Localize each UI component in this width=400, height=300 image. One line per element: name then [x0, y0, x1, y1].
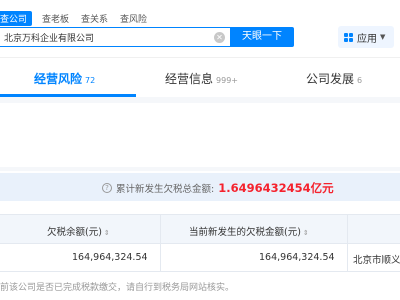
- tax-summary-bar: ? 累计新发生欠税总金额: 1.6496432454 亿元: [0, 173, 400, 201]
- content-panel: [0, 103, 400, 167]
- tab-business-info[interactable]: 经营信息 999+: [165, 70, 238, 87]
- sort-icon[interactable]: ⇕: [104, 229, 110, 237]
- column-header-new-tax[interactable]: 当前新发生的欠税金额(元) ⇕: [189, 224, 309, 238]
- search-button[interactable]: 天眼一下: [230, 27, 294, 47]
- main-tabs: 经营风险 72 经营信息 999+ 公司发展 6: [0, 57, 400, 97]
- tab-label: 经营信息: [165, 72, 214, 86]
- tab-count: 999+: [216, 76, 238, 85]
- summary-unit: 亿元: [310, 181, 334, 195]
- search-input[interactable]: 北京万科企业有限公司: [4, 31, 94, 44]
- summary-amount: 1.6496432454: [218, 181, 311, 195]
- search-tab-company[interactable]: 查公司: [0, 10, 33, 26]
- column-divider: [160, 215, 161, 243]
- table-row: 164,964,324.54 164,964,324.54 北京市顺义: [0, 244, 400, 272]
- search-tab-relation[interactable]: 查关系: [81, 12, 108, 25]
- tab-count: 6: [357, 76, 363, 85]
- page: 查公司 查老板 查关系 查风险 北京万科企业有限公司 ✕ 天眼一下 应用 ▼ 经…: [0, 0, 400, 300]
- column-divider: [347, 215, 348, 243]
- cell-tax-balance: 164,964,324.54: [72, 252, 148, 263]
- apps-button[interactable]: 应用 ▼: [338, 26, 394, 48]
- apps-label: 应用: [357, 33, 377, 45]
- column-divider: [160, 244, 161, 271]
- tab-label: 经营风险: [34, 72, 83, 86]
- question-icon[interactable]: ?: [102, 183, 112, 193]
- search-tab-boss[interactable]: 查老板: [42, 12, 69, 25]
- tab-count: 72: [85, 76, 96, 85]
- search-header: 查公司 查老板 查关系 查风险 北京万科企业有限公司 ✕ 天眼一下 应用 ▼: [0, 0, 400, 56]
- tab-company-development[interactable]: 公司发展 6: [306, 70, 362, 87]
- search-input-box[interactable]: 北京万科企业有限公司 ✕: [0, 27, 230, 47]
- column-header-tax-balance[interactable]: 欠税余额(元) ⇕: [47, 224, 110, 238]
- table-header: 欠税余额(元) ⇕ 当前新发生的欠税金额(元) ⇕: [0, 214, 400, 244]
- column-header-label: 欠税余额(元): [47, 227, 102, 238]
- clear-icon[interactable]: ✕: [214, 32, 225, 43]
- tab-label: 公司发展: [306, 72, 355, 86]
- chevron-down-icon: ▼: [380, 33, 386, 41]
- column-divider: [347, 244, 348, 271]
- tab-business-risk[interactable]: 经营风险 72: [34, 70, 95, 87]
- search-tab-risk[interactable]: 查风险: [120, 12, 147, 25]
- footnote: 前该公司是否已完成税款缴交，请自行到税务局网站核实。: [0, 283, 235, 293]
- column-header-label: 当前新发生的欠税金额(元): [189, 227, 301, 238]
- apps-grid-icon: [344, 32, 353, 42]
- cell-tax-authority: 北京市顺义: [353, 255, 400, 266]
- sort-icon[interactable]: ⇕: [303, 229, 309, 237]
- summary-label: 累计新发生欠税总金额:: [116, 184, 215, 195]
- search-type-tabs: 查公司 查老板 查关系 查风险: [0, 10, 159, 26]
- cell-new-tax: 164,964,324.54: [259, 252, 335, 263]
